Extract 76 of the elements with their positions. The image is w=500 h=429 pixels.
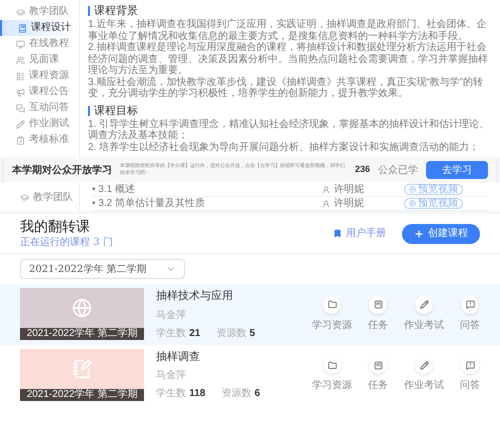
cover-term: 2021-2022学年 第二学期 [20, 388, 144, 401]
term-select[interactable]: 2021-2022学年 第二学期 [20, 259, 185, 279]
paragraph: 1. 引导学生树立科学调查理念，精准认知社会经济现象，掌握基本的抽样设计和估计理论、调查方法及基本技能； [88, 118, 490, 142]
resource-count: 资源数 5 [216, 326, 256, 340]
message-icon [466, 300, 474, 310]
sidebar-item[interactable]: 考核标准 [0, 132, 79, 148]
book-icon [18, 24, 27, 32]
teacher-name: 许明妮 [334, 197, 365, 211]
course-action[interactable]: 任务 [368, 356, 388, 394]
sidebar-item[interactable]: 在线教程 [0, 36, 79, 52]
student-count: 学生数 21 [156, 326, 200, 340]
section-title: 课程目标 [94, 104, 138, 118]
teacher-name: 许明妮 [334, 183, 365, 197]
sidebar-item[interactable]: 教学团队 [0, 190, 73, 204]
user-manual-link[interactable]: 用户手册 [333, 226, 386, 241]
notebook-icon [72, 358, 92, 379]
paragraph: 2.抽样调查课程是理论与应用深度融合的课程，将抽样设计和数据处理分析方法运用于社会经济问题的调查、管理、决策及因素分析中。当前热点问题社会需要调查，学习并掌握抽样理论与方法至为重要。 [88, 42, 489, 76]
chapter-title[interactable]: • 3.2 简单估计量及其性质 [92, 196, 322, 211]
page-title: 我的翻转课 [20, 218, 91, 236]
paragraph: 2. 培养学生以经济社会现象为导向开展问题分析、抽样方案设计和实施调查活动的能力； [88, 142, 480, 153]
course-action[interactable]: 学习资源 [312, 296, 352, 333]
clipboard-icon [16, 136, 25, 144]
folder-icon [328, 300, 336, 310]
course-action[interactable]: 作业考试 [404, 356, 444, 394]
course-action[interactable]: 问答 [460, 296, 480, 333]
monitor-icon [16, 40, 25, 48]
learner-count: 236 [354, 163, 370, 176]
section-title: 课程背景 [94, 4, 138, 18]
globe-icon [72, 298, 92, 318]
preview-video-button[interactable]: 预览视频 [404, 184, 463, 195]
course-action[interactable]: 任务 [368, 296, 388, 333]
paragraph: 3.顺应社会潮流，加快教学改革步伐，建设《抽样调查》共享课程，真正实现“教与学”的转变，充分调动学生的学习积极性，培养学生的创新能力，提升教学效果。 [88, 76, 484, 100]
plus-icon [414, 228, 424, 238]
learner-label: 公众已学 [378, 164, 418, 178]
course-card[interactable]: 2021-2022学年 第二学期 抽样技术与应用 马金萍 学生数 21 资源数 5 学习资源 任务 作业考试 问答 [0, 284, 500, 344]
person-icon [322, 186, 330, 194]
banner-title: 本学期对公众开放学习 [12, 164, 112, 178]
chapter-title[interactable]: • 3.1 概述 [92, 182, 322, 197]
course-action[interactable]: 作业考试 [404, 296, 444, 333]
student-count: 学生数 118 [156, 386, 206, 401]
teacher-name: 马金萍 [156, 308, 187, 322]
pencil-icon [420, 360, 428, 370]
message-icon [466, 360, 474, 370]
cap-icon [20, 192, 29, 202]
course-action[interactable]: 学习资源 [312, 356, 352, 394]
cover-term: 2021-2022学年 第二学期 [20, 328, 144, 340]
sidebar-item[interactable]: 教学团队 [0, 4, 79, 20]
megaphone-icon [16, 88, 25, 96]
preview-video-button[interactable]: 预览视频 [404, 198, 463, 209]
sidebar-item[interactable]: 互动问答 [0, 100, 79, 116]
pencil-icon [16, 120, 25, 128]
person-icon [322, 200, 330, 208]
board-icon [374, 300, 382, 310]
cap-icon [16, 8, 25, 16]
people-icon [16, 56, 25, 64]
resource-count: 资源数 6 [221, 387, 260, 401]
teacher-name: 马金萍 [156, 368, 187, 383]
board-icon [374, 360, 382, 370]
folder-icon [328, 360, 336, 370]
sidebar-item[interactable]: 课程资源 [0, 68, 79, 84]
sidebar-item[interactable]: 课程公告 [0, 84, 79, 100]
course-title[interactable]: 抽样调查 [156, 348, 276, 365]
play-icon [409, 200, 416, 207]
bookmark-icon [333, 229, 342, 238]
running-courses: 正在运行的课程 3 门 [20, 236, 114, 249]
sidebar-item[interactable]: 作业测试 [0, 116, 79, 132]
sidebar-item[interactable]: 见面课 [0, 52, 79, 68]
go-learn-button[interactable]: 去学习 [426, 161, 488, 179]
play-icon [409, 186, 416, 193]
chat-icon [16, 104, 25, 112]
list-icon [16, 72, 25, 80]
paragraph: 1.近年来，抽样调查在我国得到广泛应用，实践证明，抽样调查是政府部门、社会团体、企事业单位了解情况和收集信息的最主要方式，是搜集信息资料的一种科学方法和手段。 [88, 19, 488, 42]
pencil-icon [420, 300, 428, 310]
course-action[interactable]: 问答 [460, 356, 480, 394]
create-course-button[interactable]: 创建课程 [402, 224, 480, 244]
course-title[interactable]: 抽样技术与应用 [156, 288, 276, 304]
